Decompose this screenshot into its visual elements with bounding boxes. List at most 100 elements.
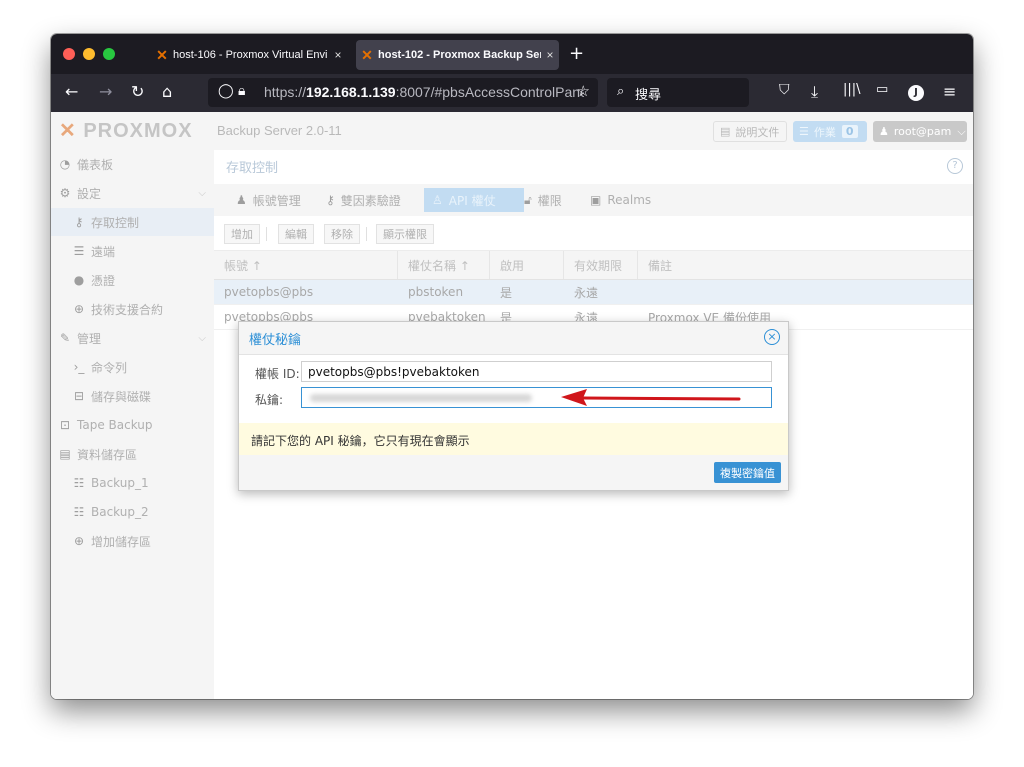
- close-icon[interactable]: ×: [764, 329, 780, 345]
- tab-realms[interactable]: ▣ Realms: [582, 188, 659, 212]
- grid-toolbar: 增加 編輯 移除 顯示權限: [214, 218, 973, 251]
- url-text: https://192.168.1.139:8007/#pbsAccessCon…: [264, 84, 584, 100]
- close-window-button[interactable]: [63, 48, 75, 60]
- sidebar-item-add-datastore[interactable]: ⊕ 增加儲存區: [51, 527, 234, 555]
- plus-circle-icon: ⊕: [73, 534, 85, 548]
- warning-notice: 請記下您的 API 秘鑰，它只有現在會顯示: [239, 423, 788, 455]
- sidebar-item-administration[interactable]: ✎ 管理 ⌵: [51, 324, 220, 352]
- docs-button[interactable]: ▤ 說明文件: [713, 121, 787, 142]
- navigation-bar: ← → ↻ ⌂ ◯ 🔒︎ https://192.168.1.139:8007/…: [51, 74, 973, 112]
- download-icon[interactable]: ⤓: [811, 82, 818, 102]
- cell-token-name: pbstoken: [408, 285, 464, 299]
- sidebar-item-datastore[interactable]: ▤ 資料儲存區: [51, 440, 220, 468]
- browser-tab-host-106[interactable]: ✕ host-106 - Proxmox Virtual Envi ×: [151, 40, 347, 70]
- close-tab-icon[interactable]: ×: [541, 48, 559, 62]
- minimize-window-button[interactable]: [83, 48, 95, 60]
- sidebar-item-remotes[interactable]: ☰ 遠端: [51, 237, 234, 265]
- search-field[interactable]: ⌕ 搜尋: [607, 78, 749, 107]
- token-secret-dialog: 權仗秘鑰 × 權帳 ID: pvetopbs@pbs!pvebaktoken 私…: [238, 321, 789, 491]
- tab-label: host-102 - Proxmox Backup Ser: [378, 49, 541, 61]
- column-header-comment[interactable]: 備註: [638, 251, 973, 279]
- sidebar: ◔ 儀表板 ⚙ 設定 ⌵ ⚷ 存取控制 ☰ 遠端 ● 憑證 ⊕ 技術支援合約 ✎ 管理 ⌵ ›_ 命…: [51, 150, 234, 699]
- terminal-icon: ›_: [73, 360, 85, 374]
- chevron-down-icon: ⌵: [198, 332, 206, 344]
- tab-label: host-106 - Proxmox Virtual Envi: [173, 49, 328, 61]
- cell-comment: [638, 280, 973, 304]
- new-tab-button[interactable]: +: [569, 43, 584, 64]
- copy-secret-button[interactable]: 複製密鑰值: [714, 462, 781, 483]
- column-header-expire[interactable]: 有效期限: [564, 251, 638, 279]
- sidebar-item-configuration[interactable]: ⚙ 設定 ⌵: [51, 179, 220, 207]
- sidebar-item-dashboard[interactable]: ◔ 儀表板: [51, 150, 220, 178]
- grid-header: 帳號 ↑ 權仗名稱 ↑ 啟用 有效期限 備註: [214, 251, 973, 280]
- panel-tabs: ♟ 帳號管理 ⚷ 雙因素驗證 ♙ API 權仗 🔓︎ 權限 ▣ Realms: [214, 184, 973, 216]
- shield-icon[interactable]: ◯: [218, 83, 234, 99]
- forward-icon[interactable]: →: [99, 82, 112, 101]
- sidebar-item-access-control[interactable]: ⚷ 存取控制: [51, 208, 234, 236]
- archive-icon: ▤: [59, 447, 71, 461]
- lock-icon[interactable]: 🔒︎: [238, 83, 245, 99]
- column-header-enabled[interactable]: 啟用: [490, 251, 564, 279]
- token-id-field[interactable]: pvetopbs@pbs!pvebaktoken: [301, 361, 772, 382]
- show-permissions-button[interactable]: 顯示權限: [376, 224, 434, 244]
- api-token-grid: 帳號 ↑ 權仗名稱 ↑ 啟用 有效期限 備註 pvetopbs@pbs pbst…: [214, 251, 973, 330]
- sidebar-item-subscription[interactable]: ⊕ 技術支援合約: [51, 295, 234, 323]
- close-tab-icon[interactable]: ×: [329, 48, 347, 62]
- maximize-window-button[interactable]: [103, 48, 115, 60]
- tab-permissions[interactable]: 🔓︎ 權限: [516, 188, 570, 212]
- address-book-icon: ▣: [590, 193, 602, 207]
- page-title: 存取控制: [226, 161, 279, 176]
- hdd-icon: ⊟: [73, 389, 85, 403]
- sidebar-item-certificates[interactable]: ● 憑證: [51, 266, 234, 294]
- cell-expire: 永遠: [574, 285, 599, 300]
- tape-icon: ⊡: [59, 418, 71, 432]
- account-avatar-icon[interactable]: J: [908, 85, 924, 101]
- menu-icon[interactable]: ≡: [943, 82, 956, 101]
- sidebar-item-storage-disks[interactable]: ⊟ 儲存與磁碟: [51, 382, 234, 410]
- key-icon: ⚷: [326, 193, 335, 207]
- certificate-icon: ●: [73, 273, 85, 287]
- browser-window: ✕ host-106 - Proxmox Virtual Envi × ✕ ho…: [51, 34, 973, 699]
- dialog-title: 權仗秘鑰: [249, 333, 302, 348]
- browser-tab-host-102[interactable]: ✕ host-102 - Proxmox Backup Ser ×: [356, 40, 559, 70]
- column-header-user[interactable]: 帳號 ↑: [214, 251, 398, 279]
- support-icon: ⊕: [73, 302, 85, 316]
- chevron-down-icon: ⌵: [957, 124, 966, 138]
- key-icon: ⚷: [74, 215, 84, 229]
- sidebar-item-tape-backup[interactable]: ⊡ Tape Backup: [51, 411, 220, 439]
- toolbar-separator: [366, 227, 367, 241]
- sidebar-item-backup-1[interactable]: ☷ Backup_1: [51, 469, 234, 497]
- library-icon[interactable]: |||\: [843, 82, 861, 97]
- user-menu-button[interactable]: ♟ root@pam ⌵: [873, 121, 967, 142]
- token-id-label: 權帳 ID:: [255, 367, 300, 381]
- sidebar-toggle-icon[interactable]: ▭: [876, 82, 888, 97]
- proxmox-logo: ✕ PROXMOX: [59, 120, 193, 142]
- tab-bar: ✕ host-106 - Proxmox Virtual Envi × ✕ ho…: [51, 34, 973, 74]
- tasks-button[interactable]: ☰ 作業 0: [793, 121, 867, 142]
- sidebar-item-backup-2[interactable]: ☷ Backup_2: [51, 498, 234, 526]
- remove-button[interactable]: 移除: [324, 224, 360, 244]
- user-icon: ♟: [879, 125, 889, 138]
- dialog-header: 權仗秘鑰 ×: [239, 322, 788, 355]
- table-row[interactable]: pvetopbs@pbs pbstoken 是 永遠: [214, 280, 973, 305]
- reload-icon[interactable]: ↻: [131, 82, 144, 101]
- pocket-icon[interactable]: ⛉: [779, 82, 790, 98]
- column-header-token-name[interactable]: 權仗名稱 ↑: [398, 251, 490, 279]
- edit-button[interactable]: 編輯: [278, 224, 314, 244]
- book-icon: ▤: [720, 125, 731, 138]
- database-icon: ☷: [73, 476, 85, 490]
- sidebar-item-shell[interactable]: ›_ 命令列: [51, 353, 234, 381]
- add-button[interactable]: 增加: [224, 224, 260, 244]
- bookmark-star-icon[interactable]: ☆: [577, 82, 590, 100]
- home-icon[interactable]: ⌂: [162, 82, 172, 101]
- server-icon: ☰: [73, 244, 85, 258]
- tab-api-token[interactable]: ♙ API 權仗: [424, 188, 524, 212]
- user-icon: ♟: [236, 193, 247, 207]
- cell-user: pvetopbs@pbs: [224, 285, 314, 299]
- help-icon[interactable]: ?: [947, 158, 963, 174]
- proxmox-app: ✕ PROXMOX Backup Server 2.0-11 ▤ 說明文件 ☰ 作業…: [51, 112, 973, 699]
- tab-two-factor[interactable]: ⚷ 雙因素驗證: [318, 188, 409, 212]
- back-icon[interactable]: ←: [65, 82, 78, 101]
- url-bar[interactable]: ◯ 🔒︎ https://192.168.1.139:8007/#pbsAcce…: [208, 78, 598, 107]
- tab-user-management[interactable]: ♟ 帳號管理: [228, 188, 309, 212]
